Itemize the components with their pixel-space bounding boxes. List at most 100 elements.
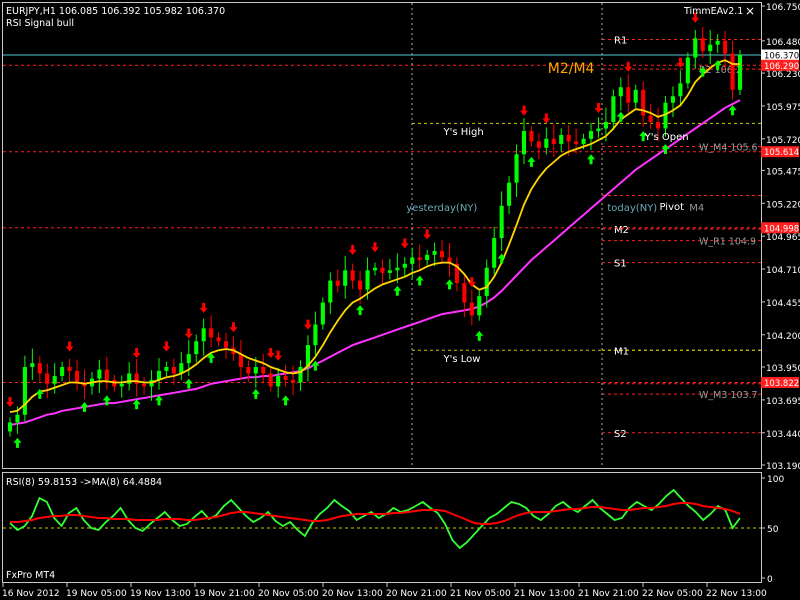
price-tick-label: 105.720 <box>766 136 800 146</box>
candle-body <box>425 254 430 260</box>
price-tick-label: 103.440 <box>766 430 800 440</box>
price-tick-label: 104.455 <box>766 299 800 309</box>
candle-body <box>45 373 50 384</box>
candle-body <box>536 141 541 148</box>
candle-body <box>380 267 385 273</box>
candle-body <box>477 296 482 316</box>
candle-body <box>253 367 258 374</box>
candle-body <box>60 367 65 377</box>
chart-annotation: Y's High <box>442 127 483 138</box>
candle-body <box>715 40 720 45</box>
candle-body <box>581 138 586 144</box>
candle-body <box>708 44 713 52</box>
level-label: S1 <box>614 259 627 270</box>
candle-body <box>611 96 616 123</box>
price-tag-label: 104.998 <box>764 224 799 234</box>
symbol-line: EURJPY,H1 106.085 106.392 105.982 106.37… <box>6 6 225 17</box>
candle-body <box>358 280 363 290</box>
candle-body <box>670 96 676 103</box>
candle-body <box>268 373 273 387</box>
chart-annotation: Y's Low <box>442 354 480 365</box>
candle-body <box>283 376 288 380</box>
price-tick-label: 103.190 <box>766 462 800 472</box>
price-tick-label: 106.750 <box>766 3 800 13</box>
candle-body <box>402 263 407 268</box>
candle-body <box>67 367 72 371</box>
candle-body <box>559 134 564 144</box>
candle-body <box>291 379 296 383</box>
candle-body <box>15 414 20 423</box>
time-tick-label: 20 Nov 21:00 <box>386 589 447 599</box>
rsi-tick-label: 100 <box>767 475 784 485</box>
candle-body <box>693 38 698 58</box>
candle-body <box>194 341 199 355</box>
trading-chart[interactable]: R1R2 106.2W_M4 105.6M2W_R1 104.9S1M1W_M3… <box>0 0 800 600</box>
candle-body <box>223 341 229 348</box>
candle-body <box>119 383 124 387</box>
candle-body <box>588 131 594 139</box>
candle-body <box>484 267 489 297</box>
candle-body <box>626 87 631 103</box>
close-icon[interactable]: × <box>745 4 755 18</box>
candle-body <box>521 131 527 155</box>
price-tick-label: 103.950 <box>766 364 800 374</box>
ea-name: TimmEAv2.1 <box>683 6 743 17</box>
candle-body <box>737 54 743 90</box>
price-tick-label: 103.695 <box>766 397 800 407</box>
candle-body <box>507 182 512 206</box>
price-tag-label: 106.290 <box>764 62 799 72</box>
level-label: M1 <box>614 346 629 357</box>
level-label: S2 <box>614 429 627 440</box>
candle-body <box>566 134 571 142</box>
candle-body <box>186 354 191 364</box>
candle-body <box>439 250 445 258</box>
candle-body <box>97 369 102 379</box>
time-tick-label: 21 Nov 05:00 <box>450 589 511 599</box>
rsi-tick-label: 50 <box>767 525 779 535</box>
candle-body <box>395 267 400 271</box>
time-tick-label: 19 Nov 05:00 <box>66 589 127 599</box>
candle-body <box>201 328 206 342</box>
candle-body <box>730 53 735 90</box>
level-right-label: W_R1 104.9 <box>699 237 756 248</box>
chart-annotation: Pivot <box>660 202 685 213</box>
candle-body <box>603 122 608 129</box>
candle-body <box>30 363 35 368</box>
candle-body <box>261 367 266 374</box>
candle-body <box>216 337 221 342</box>
candle-body <box>343 270 348 286</box>
candle-body <box>410 257 415 264</box>
price-axis[interactable]: 106.750106.480106.230105.975105.720105.4… <box>761 3 800 472</box>
chart-annotation: M2/M4 <box>548 61 595 77</box>
candle-body <box>22 367 27 415</box>
level-right-label: W_M3 103.7 <box>699 390 758 401</box>
time-tick-label: 21 Nov 21:00 <box>578 589 639 599</box>
candle-body <box>417 257 422 260</box>
candle-body <box>648 115 653 123</box>
candle-body <box>551 138 556 144</box>
candle-body <box>432 250 437 255</box>
candle-body <box>700 38 705 52</box>
time-tick-label: 22 Nov 13:00 <box>706 589 767 599</box>
candle-body <box>171 367 176 374</box>
candle-body <box>633 89 638 103</box>
time-tick-label: 19 Nov 21:00 <box>194 589 255 599</box>
chart-annotation: Y's Open <box>644 132 689 143</box>
candle-body <box>104 369 109 380</box>
candle-body <box>656 122 661 129</box>
candle-body <box>492 238 497 268</box>
candle-body <box>529 131 534 142</box>
candle-body <box>298 367 303 383</box>
candle-body <box>372 267 378 271</box>
candle-body <box>52 376 57 384</box>
candle-body <box>142 383 147 387</box>
candle-body <box>350 270 355 281</box>
candle-body <box>514 154 519 183</box>
candle-body <box>328 280 333 303</box>
candle-body <box>320 302 325 325</box>
candle-body <box>37 363 42 374</box>
candle-body <box>685 57 690 84</box>
candle-body <box>618 87 623 97</box>
time-tick-label: 20 Nov 13:00 <box>322 589 383 599</box>
price-tick-label: 104.965 <box>766 233 800 243</box>
